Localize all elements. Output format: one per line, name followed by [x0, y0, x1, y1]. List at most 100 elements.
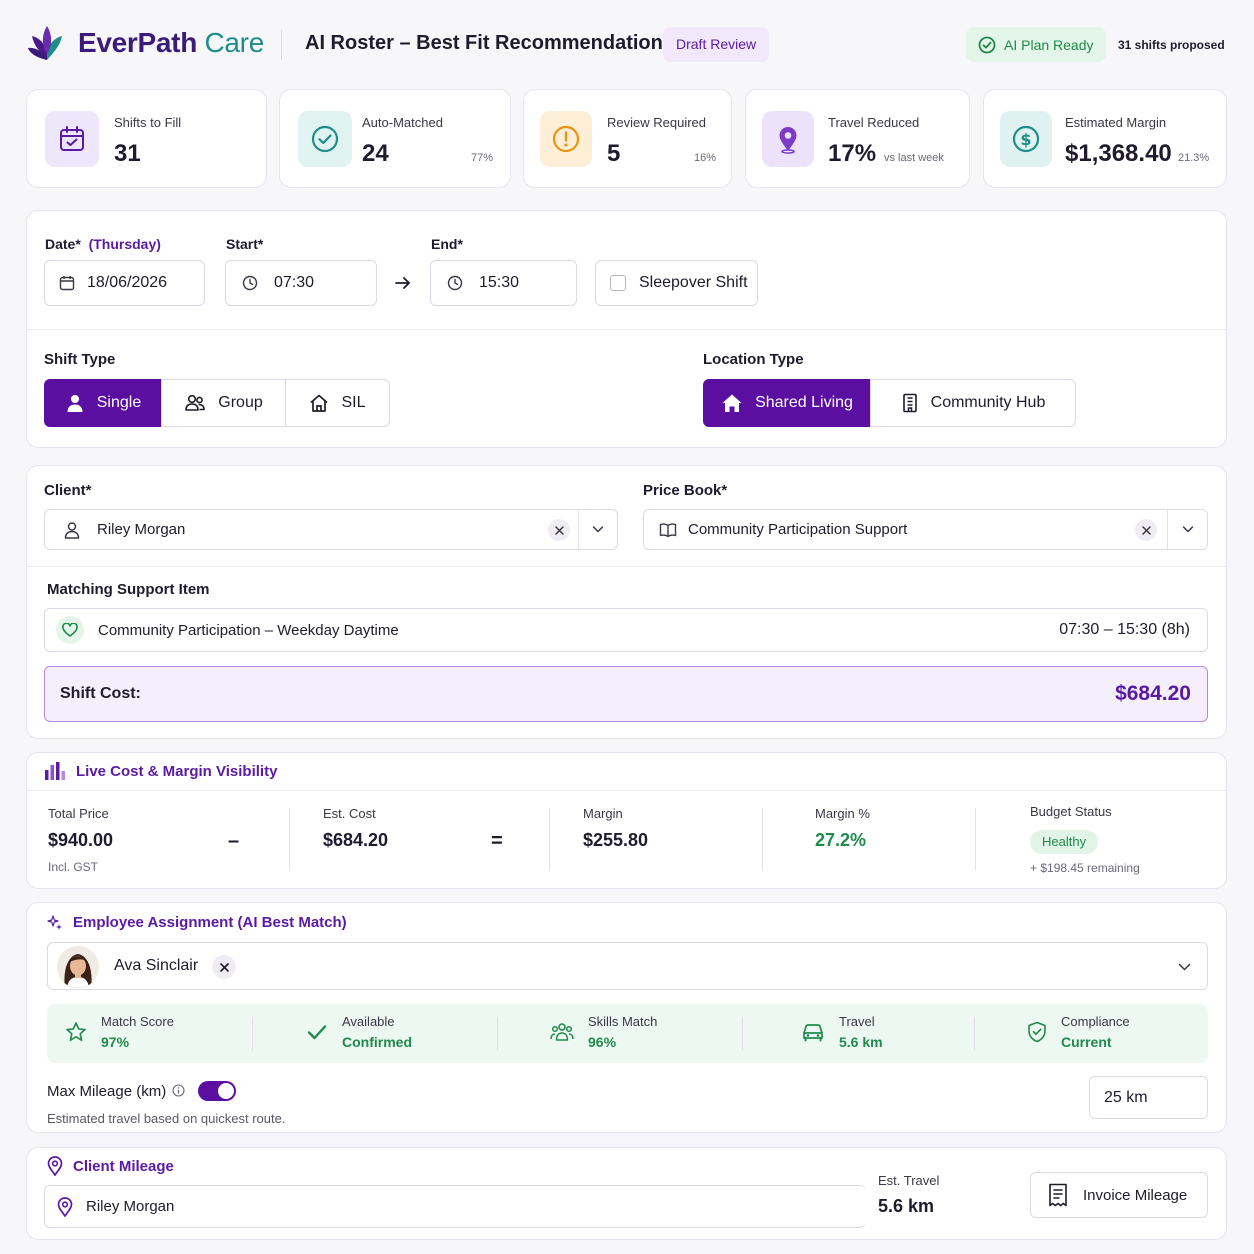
select-divider	[1167, 510, 1168, 549]
location-pin-icon	[47, 1156, 63, 1176]
select-divider	[578, 510, 579, 549]
support-item-value: Community Participation – Weekday Daytim…	[98, 621, 399, 639]
match-score-metric: Match Score 97%	[65, 1014, 174, 1050]
sparkle-icon	[47, 914, 62, 930]
clear-icon[interactable]	[548, 519, 570, 541]
location-type-community-hub[interactable]: Community Hub	[870, 379, 1076, 427]
check-icon	[307, 1025, 327, 1040]
stat-card-auto-matched[interactable]: Auto-Matched 24 77%	[279, 89, 511, 188]
invoice-mileage-label: Invoice Mileage	[1083, 1186, 1188, 1204]
metric-label: Compliance	[1061, 1014, 1130, 1029]
availability-metric: Available Confirmed	[306, 1014, 412, 1050]
match-metrics-strip: Match Score 97% Available Confirmed Skills…	[47, 1004, 1208, 1063]
clear-icon[interactable]	[1135, 519, 1157, 541]
stat-sub: 21.3%	[1178, 152, 1210, 164]
mileage-client-field[interactable]: Riley Morgan	[44, 1185, 866, 1228]
chevron-down-icon[interactable]	[592, 524, 604, 534]
shift-cost-label: Shift Cost:	[60, 685, 141, 702]
metric-value: Confirmed	[342, 1034, 412, 1050]
calendar-icon	[45, 111, 99, 167]
end-time-input[interactable]: 15:30	[430, 260, 577, 306]
clock-icon	[447, 275, 463, 291]
invoice-mileage-button[interactable]: Invoice Mileage	[1030, 1172, 1208, 1218]
price-book-select[interactable]: Community Participation Support	[643, 509, 1208, 550]
star-icon	[66, 1022, 86, 1041]
chevron-down-icon[interactable]	[1178, 962, 1191, 972]
stat-card-travel-reduced[interactable]: Travel Reduced 17% vs last week	[745, 89, 970, 188]
home-icon	[722, 394, 742, 412]
building-icon	[902, 393, 917, 413]
metric-value: 5.6 km	[839, 1034, 883, 1050]
shift-type-group[interactable]: Group	[161, 379, 286, 427]
client-select[interactable]: Riley Morgan	[44, 509, 618, 550]
stat-card-estimated-margin[interactable]: $ Estimated Margin $1,368.40 21.3%	[983, 89, 1227, 188]
metric-value: 97%	[101, 1034, 130, 1050]
mileage-client-value: Riley Morgan	[86, 1198, 175, 1215]
stat-label: Estimated Margin	[1065, 115, 1167, 130]
bar-chart-icon	[45, 762, 65, 780]
employee-select[interactable]: Ava Sinclair	[47, 942, 1208, 990]
calendar-icon	[59, 276, 75, 291]
budget-status-label: Budget Status	[1030, 804, 1112, 819]
metric-label: Est. Cost	[323, 806, 376, 821]
travel-metric: Travel 5.6 km	[801, 1014, 883, 1050]
max-mileage-input[interactable]: 25 km	[1089, 1076, 1208, 1119]
toggle-knob	[218, 1083, 234, 1099]
clock-icon	[242, 275, 258, 291]
start-time-input[interactable]: 07:30	[225, 260, 377, 306]
minus-sign: –	[228, 830, 240, 852]
divider	[497, 1017, 498, 1051]
stat-card-shifts-to-fill[interactable]: Shifts to Fill 31	[26, 89, 267, 188]
divider	[762, 808, 763, 870]
header-divider	[281, 30, 282, 60]
sleepover-shift-checkbox[interactable]: Sleepover Shift	[595, 260, 758, 306]
receipt-icon	[1049, 1183, 1067, 1207]
employee-assignment-title: Employee Assignment (AI Best Match)	[47, 914, 347, 931]
shift-type-single[interactable]: Single	[44, 379, 162, 427]
car-icon	[803, 1024, 823, 1042]
support-item-row[interactable]: Community Participation – Weekday Daytim…	[44, 608, 1208, 652]
stat-value: $1,368.40	[1065, 140, 1172, 167]
date-input[interactable]: 18/06/2026	[44, 260, 205, 306]
est-travel-label: Est. Travel	[878, 1173, 940, 1188]
location-type-label: Location Type	[703, 351, 804, 368]
page-title: AI Roster – Best Fit Recommendation	[305, 32, 663, 54]
checkbox-box[interactable]	[610, 275, 626, 291]
budget-status-badge: Healthy	[1030, 830, 1099, 854]
stat-value: 5	[607, 140, 621, 167]
metric-value: 27.2%	[815, 830, 867, 850]
divider	[26, 329, 1227, 330]
shift-type-sil[interactable]: SIL	[285, 379, 390, 427]
metric-value: 96%	[588, 1034, 617, 1050]
metric-value: $684.20	[323, 830, 389, 850]
brand-logo: EverPath Care	[26, 22, 264, 64]
chevron-down-icon[interactable]	[1182, 524, 1194, 534]
budget-remaining: + $198.45 remaining	[1030, 861, 1140, 875]
metric-label: Margin %	[815, 806, 870, 821]
end-label: End*	[431, 236, 463, 252]
divider	[975, 808, 976, 870]
divider	[549, 808, 550, 870]
divider	[252, 1017, 253, 1051]
total-price-metric: Total Price $940.00 Incl. GST	[48, 806, 113, 874]
leaf-logo-icon	[28, 26, 62, 60]
info-icon[interactable]	[172, 1084, 185, 1097]
location-type-shared-living[interactable]: Shared Living	[703, 379, 871, 427]
metric-label: Travel	[839, 1014, 875, 1029]
location-pin-icon	[57, 1196, 73, 1217]
compliance-metric: Compliance Current	[1027, 1014, 1130, 1050]
shifts-proposed-count: 31 shifts proposed	[1118, 38, 1225, 52]
stat-sub: 16%	[694, 152, 717, 164]
stat-card-review-required[interactable]: Review Required 5 16%	[523, 89, 732, 188]
clear-icon[interactable]	[212, 955, 236, 979]
metric-value: $255.80	[583, 830, 649, 850]
svg-text:$: $	[1020, 130, 1031, 149]
employee-name: Ava Sinclair	[114, 957, 199, 974]
price-book-value: Community Participation Support	[688, 521, 908, 538]
stat-label: Shifts to Fill	[114, 115, 182, 130]
mileage-note: Estimated travel based on quickest route…	[47, 1111, 286, 1126]
max-mileage-toggle[interactable]	[198, 1081, 236, 1101]
metric-label: Match Score	[101, 1014, 174, 1029]
margin-percent-metric: Margin % 27.2%	[815, 806, 870, 851]
date-label: Date* (Thursday)	[45, 236, 161, 252]
